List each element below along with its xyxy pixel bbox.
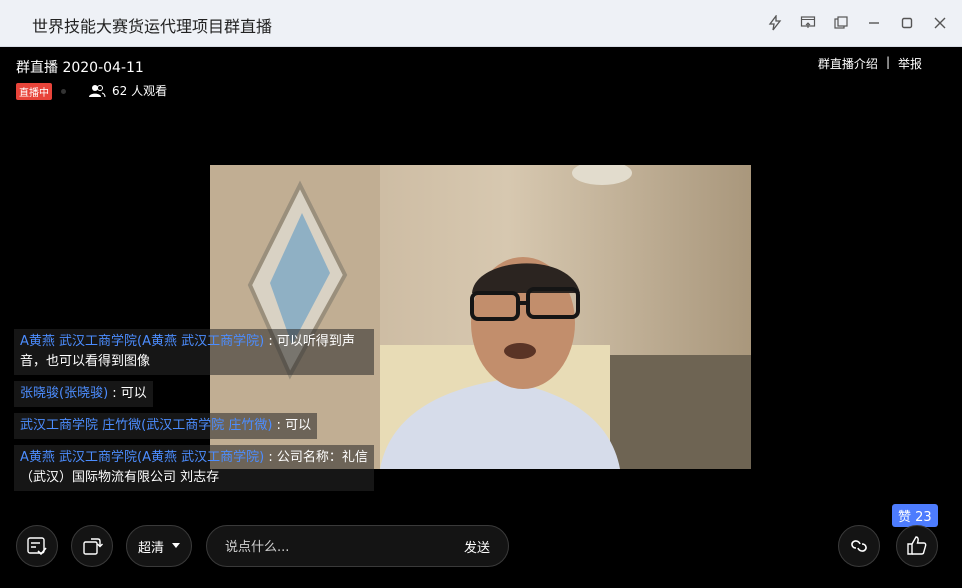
link-icon xyxy=(851,540,867,552)
comment-box: 发送 xyxy=(206,525,509,567)
send-button[interactable]: 发送 xyxy=(464,537,490,556)
chat-message: 武汉工商学院 庄竹微(武汉工商学院 庄竹微) : 可以 xyxy=(14,413,318,439)
lightning-icon[interactable] xyxy=(765,12,785,34)
comment-input[interactable] xyxy=(223,536,427,558)
chat-username[interactable]: 武汉工商学院 庄竹微(武汉工商学院 庄竹微) xyxy=(20,418,272,433)
viewer-count: 62 人观看 xyxy=(88,82,167,99)
bottom-toolbar: 超清 发送 xyxy=(0,525,962,575)
live-stream-area: 群直播 2020-04-11 群直播介绍 | 举报 直播中 62 人观看 A黄燕… xyxy=(0,47,962,588)
live-title: 群直播 2020-04-11 xyxy=(16,60,144,76)
window-title: 世界技能大赛货运代理项目群直播 xyxy=(32,17,273,36)
caret-down-icon xyxy=(172,543,180,548)
quality-select[interactable]: 超清 xyxy=(126,525,192,567)
report-link[interactable]: 举报 xyxy=(898,55,922,72)
like-count-badge: 赞 23 xyxy=(892,504,938,527)
chat-message: A黄燕 武汉工商学院(A黄燕 武汉工商学院) : 公司名称：礼信（武汉）国际物流… xyxy=(14,445,374,491)
thumbs-up-icon xyxy=(907,536,927,555)
popout-icon[interactable] xyxy=(831,12,851,34)
rotate-icon xyxy=(83,538,103,555)
screen-share-icon[interactable] xyxy=(798,12,818,34)
chat-message: A黄燕 武汉工商学院(A黄燕 武汉工商学院) : 可以听得到声音，也可以看得到图… xyxy=(14,329,374,375)
link-separator: | xyxy=(885,55,890,69)
chat-message: 张晓骏(张晓骏) : 可以 xyxy=(14,381,153,407)
link-button[interactable] xyxy=(838,525,880,567)
chat-username[interactable]: A黄燕 武汉工商学院(A黄燕 武汉工商学院) xyxy=(20,334,264,349)
chat-overlay: A黄燕 武汉工商学院(A黄燕 武汉工商学院) : 可以听得到声音，也可以看得到图… xyxy=(14,329,374,497)
minimize-icon[interactable] xyxy=(864,12,884,34)
viewers-icon xyxy=(89,84,106,97)
status-dot xyxy=(61,89,66,94)
chat-username[interactable]: 张晓骏(张晓骏) xyxy=(20,386,108,401)
chat-text: : 可以 xyxy=(108,386,147,401)
chat-text: : 可以 xyxy=(272,418,312,433)
notes-check-icon xyxy=(27,537,47,556)
like-button[interactable] xyxy=(896,525,938,567)
live-status-badge: 直播中 xyxy=(16,83,52,100)
notes-button[interactable] xyxy=(16,525,58,567)
close-icon[interactable] xyxy=(930,12,950,34)
live-intro-link[interactable]: 群直播介绍 xyxy=(818,55,878,72)
chat-username[interactable]: A黄燕 武汉工商学院(A黄燕 武汉工商学院) xyxy=(20,450,264,465)
viewer-count-text: 62 人观看 xyxy=(112,84,168,98)
maximize-icon[interactable] xyxy=(897,12,917,34)
rotate-button[interactable] xyxy=(71,525,113,567)
window-titlebar: 世界技能大赛货运代理项目群直播 xyxy=(0,0,962,47)
quality-label: 超清 xyxy=(137,540,164,556)
